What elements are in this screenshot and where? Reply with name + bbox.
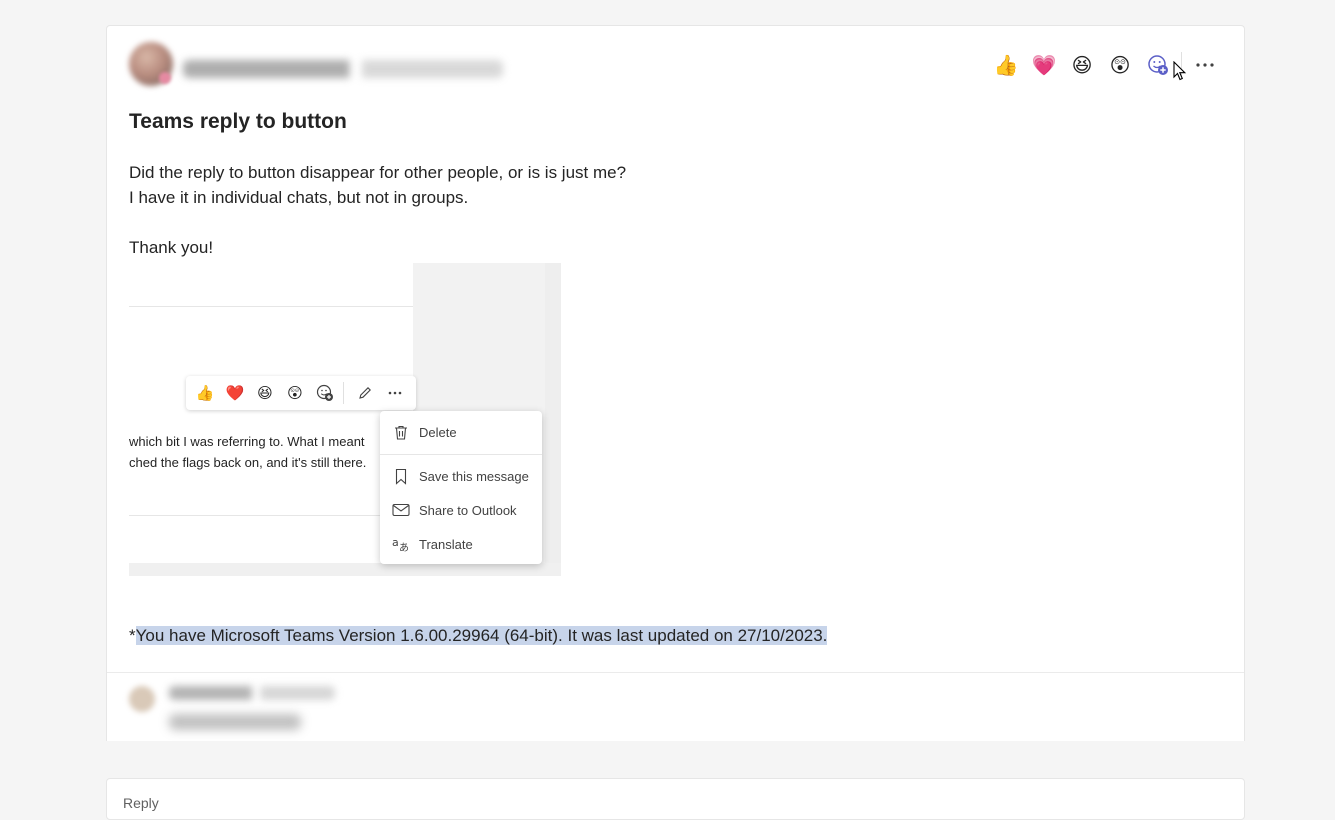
post-header [129, 42, 509, 86]
thumbs-up-icon: 👍 [195, 385, 215, 402]
author-name-blurred [183, 60, 503, 78]
message-line: which bit I was referring to. What I mea… [129, 434, 365, 449]
embedded-message-text: which bit I was referring to. What I mea… [129, 431, 366, 473]
edit-icon [350, 378, 380, 408]
reply-box[interactable]: Reply [106, 778, 1245, 820]
toolbar-divider [343, 382, 344, 404]
reply-avatar-blurred [129, 686, 155, 712]
svg-text:あ: あ [399, 542, 409, 552]
menu-item-label: Delete [419, 424, 457, 440]
bookmark-icon [391, 468, 411, 485]
add-reaction-icon [310, 378, 340, 408]
post-title: Teams reply to button [129, 110, 347, 133]
thumbs-up-icon[interactable]: 👍 [987, 48, 1025, 82]
menu-item-save: Save this message [380, 462, 542, 490]
message-line: ched the flags back on, and it's still t… [129, 455, 367, 470]
body-line [129, 210, 626, 235]
translate-icon: aあ [391, 536, 411, 552]
surprised-icon[interactable]: 😲 [1101, 48, 1139, 82]
embedded-reaction-toolbar: 👍 ❤️ 😆 😲 [186, 376, 416, 410]
svg-text:a: a [392, 536, 399, 549]
menu-item-label: Translate [419, 536, 473, 552]
laugh-icon[interactable]: 😆 [1063, 48, 1101, 82]
footnote-asterisk: * [129, 626, 136, 645]
more-options-button[interactable] [1190, 50, 1220, 80]
embedded-bottom-bar [129, 563, 561, 576]
body-line: I have it in individual chats, but not i… [129, 188, 469, 207]
embedded-context-menu: Delete Save this message Share to Outloo… [380, 411, 542, 564]
menu-item-share-outlook: Share to Outlook [380, 496, 542, 524]
mouse-cursor-icon [1173, 60, 1187, 86]
embedded-scroll-area [545, 263, 561, 576]
add-reaction-icon[interactable] [1139, 48, 1177, 82]
heart-icon[interactable]: 💗 [1025, 48, 1063, 82]
divider [129, 306, 413, 307]
reply-author-blurred [169, 686, 335, 700]
version-note: *You have Microsoft Teams Version 1.6.00… [129, 626, 828, 646]
more-options-icon [380, 378, 410, 408]
selected-text[interactable]: You have Microsoft Teams Version 1.6.00.… [135, 626, 828, 645]
menu-divider [380, 454, 542, 455]
menu-item-label: Save this message [419, 468, 529, 484]
mail-icon [391, 503, 411, 517]
replies-divider [107, 672, 1244, 673]
divider [129, 515, 413, 516]
post-card: 👍 💗 😆 😲 Teams reply to button Did the re… [106, 25, 1245, 741]
presence-status-icon [159, 72, 171, 84]
reply-text-blurred [169, 714, 301, 730]
menu-item-translate: aあ Translate [380, 530, 542, 558]
laugh-icon: 😆 [257, 385, 273, 402]
trash-icon [391, 424, 411, 441]
surprised-icon: 😲 [287, 385, 303, 402]
reply-label: Reply [123, 795, 159, 811]
heart-icon: ❤️ [225, 385, 245, 402]
embedded-screenshot[interactable]: 👍 ❤️ 😆 😲 which bit I was referring to. W… [129, 263, 561, 576]
body-line: Did the reply to button disappear for ot… [129, 163, 627, 182]
menu-item-delete: Delete [380, 418, 542, 446]
post-body: Did the reply to button disappear for ot… [129, 160, 626, 260]
body-line: Thank you! [129, 238, 214, 257]
menu-item-label: Share to Outlook [419, 502, 517, 518]
